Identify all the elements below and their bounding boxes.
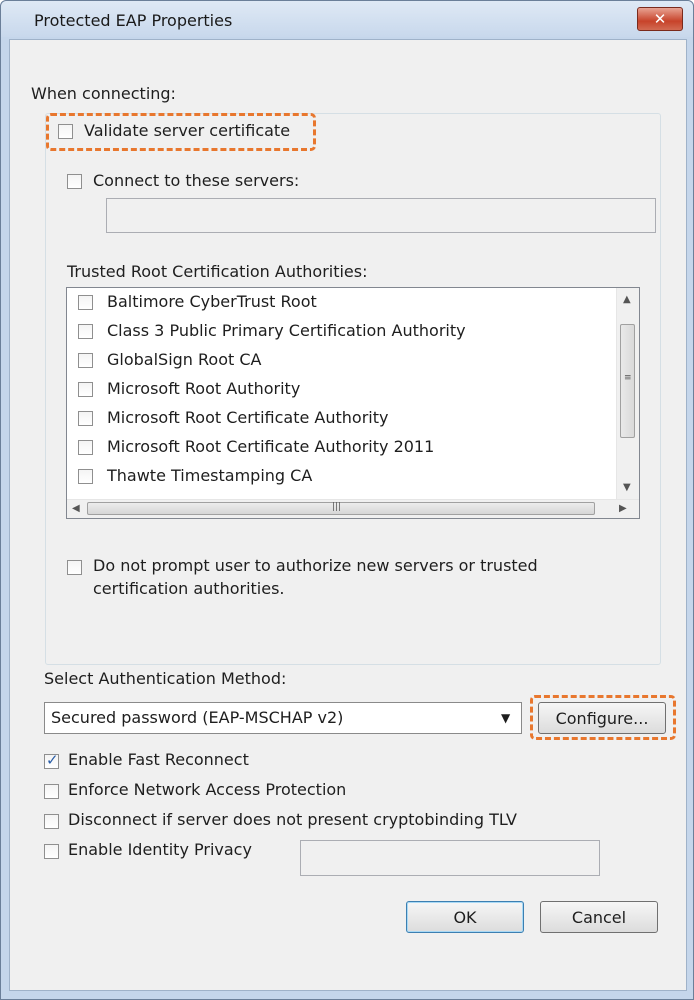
authority-checkbox[interactable] [78, 469, 93, 484]
authority-checkbox[interactable] [78, 324, 93, 339]
authority-checkbox[interactable] [78, 295, 93, 310]
no-prompt-label-line2[interactable]: certification authorities. [93, 579, 285, 598]
validate-cert-label[interactable]: Validate server certificate [84, 121, 290, 140]
authority-checkbox[interactable] [78, 440, 93, 455]
cryptobinding-label[interactable]: Disconnect if server does not present cr… [68, 810, 517, 829]
auth-method-value: Secured password (EAP-MSCHAP v2) [51, 708, 344, 727]
list-item[interactable]: Microsoft Root Certificate Authority 201… [67, 433, 617, 464]
authority-label: Class 3 Public Primary Certification Aut… [107, 321, 466, 340]
when-connecting-label: When connecting: [31, 84, 176, 103]
horizontal-scroll-thumb[interactable]: ||| [87, 502, 595, 515]
authority-label: Microsoft Root Certificate Authority [107, 408, 389, 427]
scroll-down-icon[interactable]: ▼ [623, 482, 631, 493]
connect-servers-label[interactable]: Connect to these servers: [93, 171, 299, 190]
no-prompt-checkbox[interactable] [67, 560, 82, 575]
horizontal-scrollbar[interactable]: ◀ ||| ▶ [67, 499, 639, 518]
nap-label[interactable]: Enforce Network Access Protection [68, 780, 346, 799]
authorities-list[interactable]: Baltimore CyberTrust Root Class 3 Public… [66, 287, 640, 519]
scroll-left-icon[interactable]: ◀ [72, 503, 80, 514]
identity-privacy-checkbox[interactable] [44, 844, 59, 859]
list-item[interactable]: Baltimore CyberTrust Root [67, 288, 617, 319]
authority-label: Microsoft Root Authority [107, 379, 301, 398]
list-item[interactable]: Microsoft Root Authority [67, 375, 617, 406]
close-button[interactable]: ✕ [637, 7, 683, 31]
authority-checkbox[interactable] [78, 382, 93, 397]
title-bar[interactable]: Protected EAP Properties ✕ [1, 1, 693, 37]
authority-checkbox[interactable] [78, 411, 93, 426]
identity-privacy-label[interactable]: Enable Identity Privacy [68, 840, 252, 859]
window-title: Protected EAP Properties [34, 11, 233, 30]
no-prompt-label-line1[interactable]: Do not prompt user to authorize new serv… [93, 556, 538, 575]
servers-input[interactable] [106, 198, 656, 233]
trusted-root-label: Trusted Root Certification Authorities: [67, 262, 368, 281]
authority-label: Microsoft Root Certificate Authority 201… [107, 437, 435, 456]
ok-button[interactable]: OK [406, 901, 524, 933]
grip-icon: ≡ [624, 373, 632, 383]
configure-button[interactable]: Configure... [538, 702, 666, 734]
list-item[interactable]: GlobalSign Root CA [67, 346, 617, 377]
vertical-scrollbar[interactable]: ▲ ≡ ▼ [616, 288, 639, 502]
cryptobinding-checkbox[interactable] [44, 814, 59, 829]
dialog-window: Protected EAP Properties ✕ When connecti… [0, 0, 694, 1000]
vertical-scroll-thumb[interactable]: ≡ [620, 324, 635, 438]
list-item[interactable]: Class 3 Public Primary Certification Aut… [67, 317, 617, 348]
list-item[interactable]: Thawte Timestamping CA [67, 462, 617, 493]
authority-label: Thawte Timestamping CA [107, 466, 313, 485]
connect-servers-checkbox[interactable] [67, 174, 82, 189]
grip-icon: ||| [332, 502, 342, 512]
fast-reconnect-checkbox[interactable] [44, 751, 59, 769]
fast-reconnect-label[interactable]: Enable Fast Reconnect [68, 750, 249, 769]
authority-checkbox[interactable] [78, 353, 93, 368]
scroll-up-icon[interactable]: ▲ [623, 294, 631, 305]
identity-privacy-input[interactable] [300, 840, 600, 876]
validate-cert-checkbox[interactable] [58, 124, 73, 139]
auth-method-select[interactable]: Secured password (EAP-MSCHAP v2) ▼ [44, 702, 522, 734]
authority-label: GlobalSign Root CA [107, 350, 262, 369]
close-icon: ✕ [653, 10, 667, 28]
nap-checkbox[interactable] [44, 784, 59, 799]
scroll-right-icon[interactable]: ▶ [619, 503, 627, 514]
chevron-down-icon[interactable]: ▼ [501, 711, 510, 725]
dialog-body: When connecting: Validate server certifi… [9, 39, 687, 991]
auth-method-label: Select Authentication Method: [44, 669, 287, 688]
cancel-button[interactable]: Cancel [540, 901, 658, 933]
authority-label: Baltimore CyberTrust Root [107, 292, 317, 311]
list-item[interactable]: Microsoft Root Certificate Authority [67, 404, 617, 435]
